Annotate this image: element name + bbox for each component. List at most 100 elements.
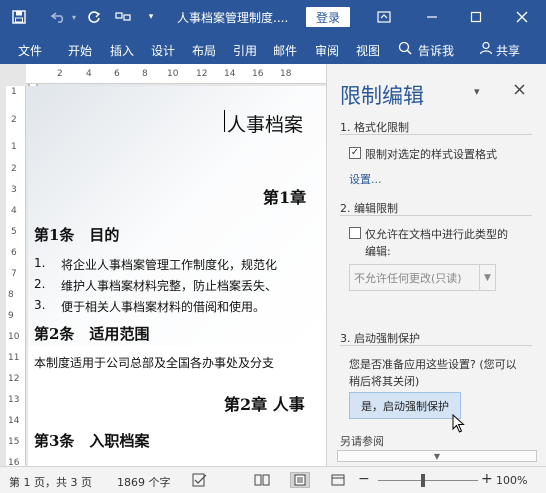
tab-design[interactable]: 设计	[151, 42, 175, 59]
document-title: 人事档案管理制度....	[177, 11, 289, 25]
ruler-tick: 10	[167, 69, 179, 79]
redo-icon[interactable]	[84, 6, 104, 28]
status-bar: 第 1 页，共 3 页 1869 个字 − + 100%	[0, 466, 546, 493]
enforcement-question: 您是否准备应用这些设置? (您可以	[349, 358, 517, 371]
maximize-icon[interactable]	[464, 6, 488, 28]
close-pane-icon[interactable]	[514, 80, 525, 99]
article-heading: 第1条 目的	[34, 226, 120, 244]
tab-mailings[interactable]: 邮件	[273, 42, 297, 59]
ruler-tick: 3	[11, 185, 17, 195]
vertical-ruler[interactable]: 1 2 1 2 3 4 5 6 7 8 9 10 11 12 13 14 15 …	[6, 86, 26, 466]
tab-home[interactable]: 开始	[68, 42, 92, 59]
undo-icon[interactable]	[48, 6, 70, 28]
pane-options-icon[interactable]: ▾	[474, 85, 480, 98]
mouse-pointer-icon	[452, 413, 466, 434]
tell-me-search[interactable]: 告诉我	[418, 42, 454, 59]
ruler-tick: 7	[11, 269, 17, 279]
ruler-tick: 6	[11, 248, 17, 258]
person-icon[interactable]	[479, 41, 493, 58]
ruler-tick: 16	[252, 69, 264, 79]
close-icon[interactable]	[510, 6, 534, 28]
document-heading: 人事档案	[227, 114, 304, 136]
editing-checkbox-label-cont: 编辑:	[365, 245, 391, 258]
ruler-tick: 1	[11, 142, 17, 152]
ruler-tick: 14	[224, 69, 236, 79]
restrict-editing-pane: 限制编辑 ▾ 1. 格式化限制 ✓ 限制对选定的样式设置格式 设置... 2. …	[326, 64, 546, 466]
ruler-tick: 12	[196, 69, 208, 79]
tab-review[interactable]: 审阅	[315, 42, 339, 59]
list-item-text: 将企业人事档案管理工作制度化，规范化	[61, 258, 278, 272]
ruler-tick: 2	[11, 164, 17, 174]
editing-checkbox-label: 仅允许在文档中进行此类型的	[365, 228, 508, 241]
settings-link[interactable]: 设置...	[349, 171, 382, 187]
body-paragraph: 本制度适用于公司总部及全国各办事处及分支	[34, 356, 275, 370]
tab-insert[interactable]: 插入	[110, 42, 134, 59]
tab-file[interactable]: 文件	[18, 42, 42, 59]
formatting-checkbox-label: 限制对选定的样式设置格式	[365, 148, 497, 161]
ruler-tick: 5	[11, 227, 17, 237]
ruler-tick: 8	[8, 290, 14, 300]
ruler-tick: 4	[86, 69, 92, 79]
tab-view[interactable]: 视图	[356, 42, 380, 59]
share-button[interactable]: 共享	[496, 42, 520, 59]
chapter-heading: 第1章	[263, 188, 307, 207]
ruler-tick: 13	[8, 395, 20, 405]
ruler-tick: 8	[142, 69, 148, 79]
tab-references[interactable]: 引用	[233, 42, 257, 59]
zoom-slider-thumb[interactable]	[421, 474, 425, 487]
zoom-in-icon[interactable]: +	[481, 471, 493, 487]
editing-type-value: 不允许任何更改(只读)	[354, 271, 462, 285]
save-icon[interactable]	[8, 6, 30, 28]
horizontal-ruler[interactable]: 2 4 6 8 10 12 14 16 18	[26, 64, 326, 84]
ruler-tick: 16	[8, 458, 20, 466]
list-item-number: 1.	[34, 256, 46, 270]
proofing-icon[interactable]	[190, 472, 210, 488]
ruler-tick: 9	[8, 311, 14, 321]
title-bar: ▾ ▾ 人事档案管理制度.... 登录	[0, 0, 546, 34]
pane-scroll-down[interactable]: ▼	[337, 450, 537, 462]
list-item-number: 2.	[34, 277, 46, 291]
document-page[interactable]: 人事档案 第1章 第1条 目的 1. 将企业人事档案管理工作制度化，规范化 2.…	[28, 86, 326, 466]
ruler-tick: 11	[8, 353, 20, 363]
enforcement-question-cont: 稍后将其关闭)	[349, 375, 420, 388]
chevron-down-icon: ▼	[433, 451, 441, 461]
zoom-level[interactable]: 100%	[496, 474, 527, 487]
see-also-label: 另请参阅	[340, 435, 384, 448]
formatting-checkbox[interactable]: ✓	[349, 147, 361, 159]
tab-layout[interactable]: 布局	[192, 42, 216, 59]
lightbulb-icon[interactable]	[398, 41, 412, 58]
section-formatting-title: 1. 格式化限制	[340, 121, 409, 134]
section-divider	[340, 134, 532, 135]
start-enforcing-button[interactable]: 是，启动强制保护	[349, 392, 461, 419]
editing-type-select[interactable]: 不允许任何更改(只读) ▼	[349, 264, 496, 291]
word-count[interactable]: 1869 个字	[117, 474, 171, 490]
zoom-out-icon[interactable]: −	[358, 471, 370, 487]
list-item-text: 维护人事档案材料完整，防止档案丢失、	[61, 279, 278, 293]
customize-qat-icon[interactable]: ▾	[144, 6, 158, 28]
read-mode-icon[interactable]	[252, 472, 272, 488]
ruler-tick: 12	[8, 374, 20, 384]
login-button[interactable]: 登录	[306, 7, 350, 27]
zoom-slider[interactable]	[378, 480, 478, 481]
ruler-tick: 2	[11, 115, 17, 125]
article-heading: 第2条 适用范围	[34, 325, 150, 343]
ruler-tick: 6	[114, 69, 120, 79]
ribbon-display-icon[interactable]	[372, 6, 396, 28]
pane-title: 限制编辑	[340, 84, 424, 108]
chevron-down-icon[interactable]: ▼	[479, 265, 495, 290]
touch-mode-icon[interactable]	[112, 6, 134, 28]
undo-dropdown-icon[interactable]: ▾	[68, 6, 80, 28]
ribbon-tabs: 文件 开始 插入 设计 布局 引用 邮件 审阅 视图 告诉我 共享	[0, 34, 546, 64]
minimize-icon[interactable]	[420, 6, 444, 28]
list-item-text: 便于相关人事档案材料的借阅和使用。	[61, 300, 266, 314]
print-layout-icon[interactable]	[290, 472, 310, 488]
article-heading: 第3条 入职档案	[34, 432, 150, 450]
ruler-tick: 15	[8, 437, 20, 447]
web-layout-icon[interactable]	[328, 472, 348, 488]
ruler-tick: 14	[8, 416, 20, 426]
page-count[interactable]: 第 1 页，共 3 页	[9, 474, 92, 490]
document-area: 2 4 6 8 10 12 14 16 18 1 2 1 2 3 4 5 6 7…	[0, 64, 326, 466]
editing-checkbox[interactable]	[349, 227, 361, 239]
ruler-tick: 1	[11, 87, 17, 97]
section-editing-title: 2. 编辑限制	[340, 202, 398, 215]
